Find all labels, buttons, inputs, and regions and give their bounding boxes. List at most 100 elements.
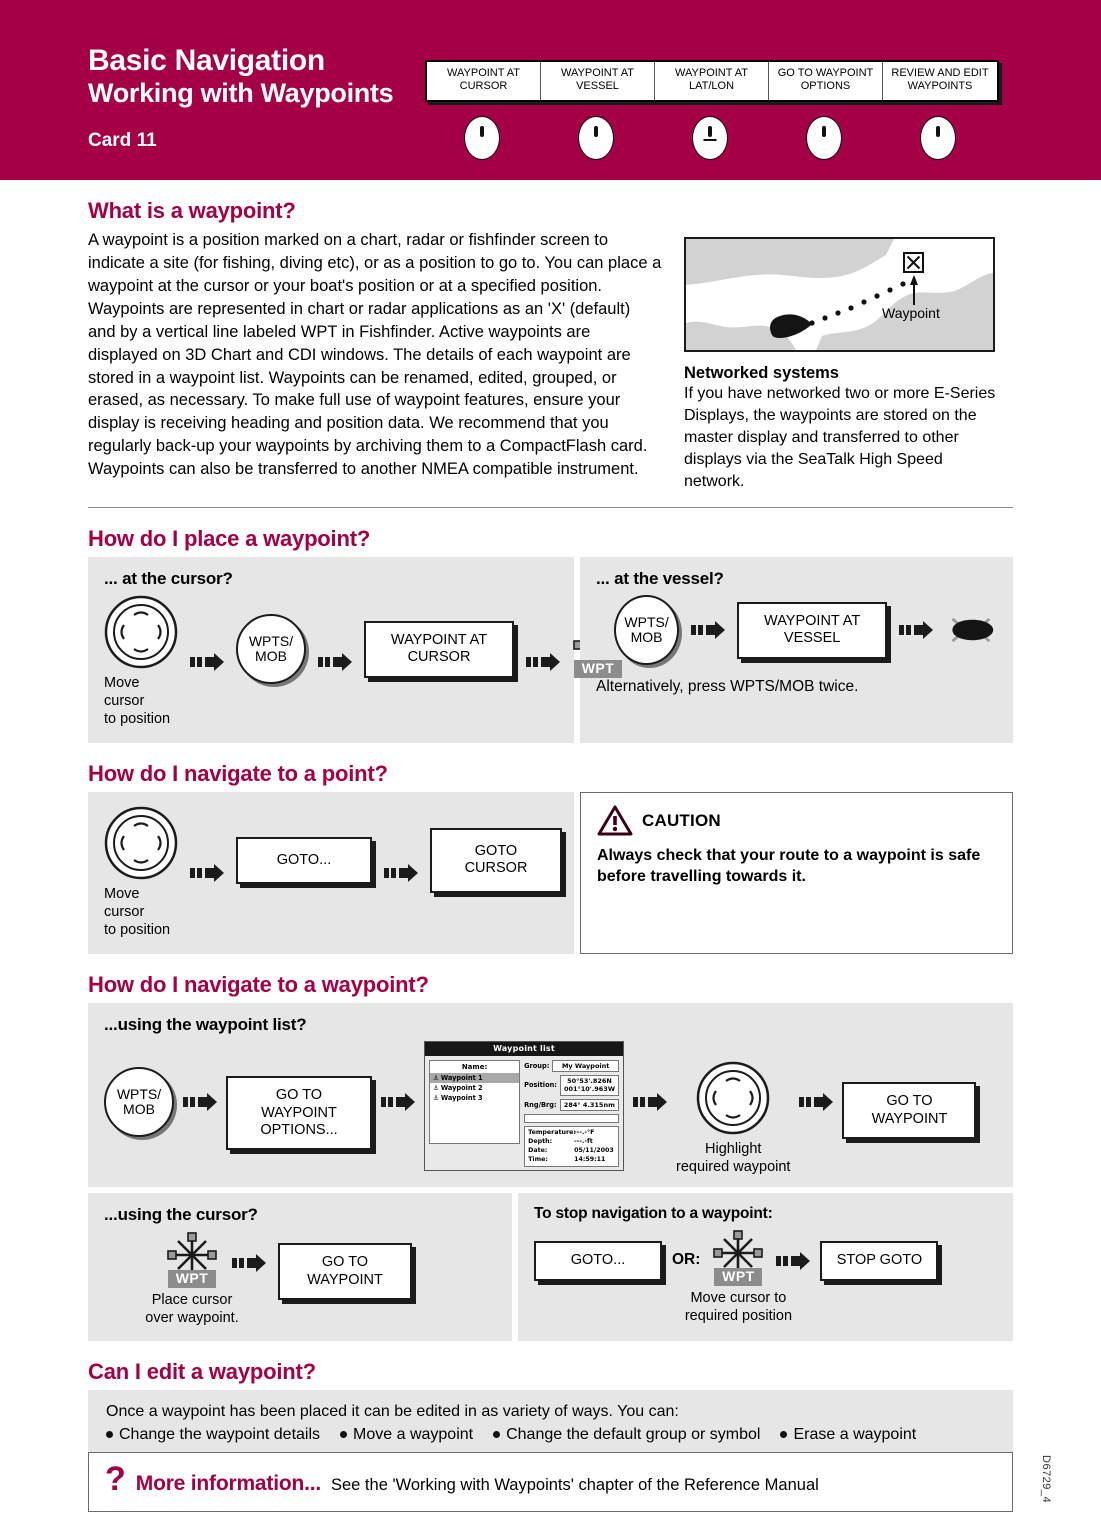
arrow-icon xyxy=(190,653,224,672)
panel-title-at-vessel: ... at the vessel? xyxy=(596,569,724,589)
key-wpts-mob[interactable]: WPTS/ MOB xyxy=(236,614,306,685)
networked-systems-heading: Networked systems xyxy=(684,364,839,382)
waypoint-list-item[interactable]: ⚓ Waypoint 1 xyxy=(430,1073,520,1084)
trackpad-icon[interactable] xyxy=(104,595,178,669)
flow-using-cursor: WPT Place cursor over waypoint. GO TO WA… xyxy=(145,1231,496,1327)
section-divider xyxy=(88,507,1013,509)
caption-move-cursor: Move cursor to position xyxy=(104,886,171,939)
waypoint-list-title: Waypoint list xyxy=(425,1042,623,1057)
panel-navigate-to-point: Move cursor to position GOTO... GOTO CUR… xyxy=(88,792,574,955)
tab-review-and-edit-waypoints[interactable]: REVIEW AND EDIT WAYPOINTS xyxy=(883,62,997,100)
or-label: OR: xyxy=(672,1251,701,1269)
what-is-columns: A waypoint is a position marked on a cha… xyxy=(88,229,1013,493)
panel-title-using-list: ...using the waypoint list? xyxy=(104,1015,307,1035)
flow-navigate-to-point: Move cursor to position GOTO... GOTO CUR… xyxy=(104,806,562,940)
wpt-cursor-symbol: WPT Move cursor to required position xyxy=(685,1229,792,1325)
panel-place-at-cursor: ... at the cursor? Move cursor to positi… xyxy=(88,557,623,744)
arrow-icon xyxy=(183,1093,217,1112)
softkey-go-to-waypoint[interactable]: GO TO WAYPOINT xyxy=(278,1243,412,1300)
arrow-icon xyxy=(691,621,726,640)
softkey-button-3[interactable] xyxy=(692,116,728,160)
softkey-button-2[interactable] xyxy=(578,116,614,160)
section-heading-navigate-point: How do I navigate to a point? xyxy=(88,761,388,787)
field-value[interactable]: My Waypoint xyxy=(552,1060,619,1073)
softkey-dot-icon xyxy=(594,126,598,137)
more-information-footer: ? More information... See the 'Working w… xyxy=(88,1452,1013,1512)
softkey-goto[interactable]: GOTO... xyxy=(236,836,372,884)
caption-move-cursor: Move cursor to position xyxy=(104,675,171,728)
more-information-label: More information... xyxy=(135,1472,321,1495)
caution-panel: CAUTION Always check that your route to … xyxy=(580,792,1013,955)
chart-waypoint-label: Waypoint xyxy=(882,305,940,321)
softkey-goto-cursor[interactable]: GOTO CURSOR xyxy=(430,827,562,893)
info-row: Temperature: ---.-°F xyxy=(528,1128,595,1136)
waypoint-name-list[interactable]: Name: ⚓ Waypoint 1 ⚓ Waypoint 2 ⚓ Waypoi… xyxy=(429,1060,521,1145)
anchor-icon: ⚓ xyxy=(433,1094,439,1103)
networked-systems-body: If you have networked two or more E-Seri… xyxy=(684,385,996,491)
page-title: Basic Navigation xyxy=(88,44,325,77)
section-heading-place: How do I place a waypoint? xyxy=(88,526,371,552)
arrow-icon xyxy=(381,1093,415,1112)
trackpad-icon[interactable] xyxy=(104,806,178,880)
wpt-label: WPT xyxy=(574,660,622,678)
key-wpts-mob[interactable]: WPTS/ MOB xyxy=(104,1067,174,1138)
wpt-label: WPT xyxy=(714,1268,763,1286)
waypoint-list-item[interactable]: ⚓ Waypoint 2 xyxy=(430,1083,519,1093)
caption-place-cursor: Place cursor over waypoint. xyxy=(145,1291,239,1326)
waypoint-list-col-header: Name: xyxy=(461,1063,488,1072)
field-label: Rng/Brg: xyxy=(524,1100,557,1109)
field-group: Group: My Waypoint xyxy=(524,1060,619,1073)
arrow-icon xyxy=(799,1093,834,1112)
key-wpts-mob[interactable]: WPTS/ MOB xyxy=(614,595,680,666)
info-row: Time: 14:59:11 xyxy=(528,1155,606,1163)
panel-edit-waypoint: Once a waypoint has been placed it can b… xyxy=(88,1390,1013,1460)
vessel-waypoint-icon xyxy=(951,618,994,643)
softkey-stop-goto[interactable]: STOP GOTO xyxy=(820,1241,939,1281)
softkey-go-to-waypoint[interactable]: GO TO WAYPOINT xyxy=(842,1082,977,1139)
softkey-underline-icon xyxy=(703,139,717,141)
arrow-icon xyxy=(526,653,560,672)
softkey-dot-icon xyxy=(708,126,712,137)
edit-option: Change the waypoint details xyxy=(106,1426,320,1444)
chart-illustration: Waypoint xyxy=(684,237,995,352)
panel-using-cursor: ...using the cursor? WPT Place cursor ov… xyxy=(88,1193,512,1342)
warning-triangle-icon xyxy=(597,805,633,836)
arrow-icon xyxy=(190,864,224,883)
panel-title-at-cursor: ... at the cursor? xyxy=(104,569,233,589)
trackpad-icon[interactable] xyxy=(696,1061,770,1135)
wpt-cursor-symbol: WPT Place cursor over waypoint. xyxy=(145,1231,239,1327)
softkey-go-to-waypoint-options[interactable]: GO TO WAYPOINT OPTIONS... xyxy=(226,1076,372,1151)
edit-lead-text: Once a waypoint has been placed it can b… xyxy=(106,1403,679,1421)
more-information-text: See the 'Working with Waypoints' chapter… xyxy=(330,1476,819,1494)
caution-message: Always check that your route to a waypoi… xyxy=(597,847,981,886)
bullet-icon xyxy=(493,1431,501,1439)
field-value[interactable]: 284° 4.315nm xyxy=(559,1098,619,1111)
softkey-goto[interactable]: GOTO... xyxy=(534,1241,662,1281)
info-row: Date: 05/11/2003 xyxy=(528,1146,614,1154)
field-label: Position: xyxy=(524,1081,557,1090)
waypoint-list-screen[interactable]: Waypoint list Name: ⚓ Waypoint 1 ⚓ Waypo… xyxy=(424,1041,624,1172)
softkey-button-5[interactable] xyxy=(920,116,956,160)
caption-highlight-waypoint: Highlight required waypoint xyxy=(676,1141,791,1176)
softkey-dot-icon xyxy=(822,126,826,137)
softkey-button-4[interactable] xyxy=(806,116,842,160)
softkey-button-1[interactable] xyxy=(464,116,500,160)
tab-waypoint-at-latlon[interactable]: WAYPOINT AT LAT/LON xyxy=(655,62,769,100)
page-content: What is a waypoint? A waypoint is a posi… xyxy=(0,198,1101,1460)
anchor-icon: ⚓ xyxy=(433,1074,439,1083)
section-heading-navigate-waypoint: How do I navigate to a waypoint? xyxy=(88,972,429,998)
tab-go-to-waypoint-options[interactable]: GO TO WAYPOINT OPTIONS xyxy=(769,62,883,100)
softkey-waypoint-at-cursor[interactable]: WAYPOINT AT CURSOR xyxy=(364,620,514,678)
waypoint-info-box: Temperature: ---.-°F Depth: ---.-ft Date… xyxy=(524,1125,619,1168)
tab-waypoint-at-cursor[interactable]: WAYPOINT AT CURSOR xyxy=(427,62,541,100)
softkey-waypoint-at-vessel[interactable]: WAYPOINT AT VESSEL xyxy=(737,602,888,659)
tab-waypoint-at-vessel[interactable]: WAYPOINT AT VESSEL xyxy=(541,62,655,100)
panel-title-stop-navigation: To stop navigation to a waypoint: xyxy=(534,1205,773,1223)
wpt-label: WPT xyxy=(168,1270,216,1288)
softkey-button-row xyxy=(425,116,995,160)
softkey-dot-icon xyxy=(480,126,484,137)
field-label: Group: xyxy=(524,1062,550,1071)
field-value[interactable]: 50°53'.826N 001°10'.963W xyxy=(559,1075,619,1096)
waypoint-list-item[interactable]: ⚓ Waypoint 3 xyxy=(430,1093,519,1103)
arrow-icon xyxy=(232,1254,266,1273)
